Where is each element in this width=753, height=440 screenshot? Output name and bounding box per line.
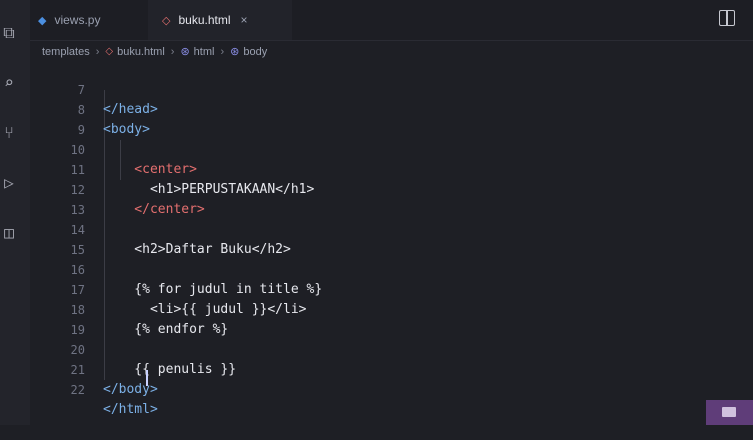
code-line: 22 </html>	[30, 360, 745, 417]
chevron-right-icon: ›	[220, 45, 225, 58]
notification-icon	[722, 407, 736, 417]
source-control-icon[interactable]: ⑂	[0, 124, 18, 142]
python-file-icon: ◆	[38, 14, 47, 27]
code-line: 17 <li>{{ judul }}</li>	[30, 260, 745, 317]
code-line: 14 <h2>Daftar Buku</h2>	[30, 200, 745, 257]
code-line: 13	[30, 180, 745, 217]
code-line: 19	[30, 300, 745, 337]
html-file-icon: ◇	[162, 14, 171, 27]
code-line: 7 </head>	[30, 60, 745, 117]
line-number: 22	[70, 383, 85, 397]
html-file-icon: ◇	[105, 46, 114, 57]
breadcrumb-templates[interactable]: templates	[42, 46, 90, 58]
tab-label: buku.html	[178, 13, 231, 27]
code-text: </body>	[103, 382, 158, 397]
element-icon: ⊛	[180, 46, 190, 58]
code-line: 16 {% for judul in title %}	[30, 240, 745, 297]
tab-bar: ◆ views.py ◇ buku.html ×	[30, 0, 753, 41]
chevron-right-icon: ›	[95, 45, 100, 58]
search-icon[interactable]: ⌕	[0, 74, 18, 92]
extensions-icon[interactable]: ◫	[0, 224, 18, 242]
code-editor[interactable]: 7 </head> 8 <body> 9 10 <center> 11 <h1>…	[30, 60, 745, 425]
code-line: 10 <center>	[30, 120, 745, 177]
breadcrumb-html[interactable]: html	[194, 46, 215, 58]
code-line: 18 {% endfor %}	[30, 280, 745, 337]
chevron-right-icon: ›	[170, 45, 175, 58]
code-line: 20 {{ penulis }}	[30, 320, 745, 377]
code-line: 15	[30, 220, 745, 257]
split-editor-icon[interactable]	[719, 10, 735, 26]
code-line: 21 </body>	[30, 340, 745, 397]
run-icon[interactable]: ▷	[0, 174, 18, 192]
notification-button[interactable]	[706, 400, 753, 425]
code-line: 11 <h1>PERPUSTAKAAN</h1>	[30, 140, 745, 197]
breadcrumb-file[interactable]: buku.html	[117, 46, 165, 58]
code-line: 12 </center>	[30, 160, 745, 217]
code-line: 9	[30, 100, 745, 137]
tab-buku-html[interactable]: ◇ buku.html ×	[148, 0, 292, 40]
explorer-icon[interactable]: ⧉	[0, 24, 18, 42]
activity-bar: ⧉ ⌕ ⑂ ▷ ◫	[0, 0, 30, 425]
breadcrumb: templates › ◇ buku.html › ⊛ html › ⊛ bod…	[42, 45, 267, 59]
element-icon: ⊛	[230, 46, 240, 58]
code-editor-window: ⧉ ⌕ ⑂ ▷ ◫ ◆ views.py ◇ buku.html × templ…	[0, 0, 753, 425]
code-line: 8 <body>	[30, 80, 745, 137]
code-text: </html>	[103, 402, 158, 417]
tab-label: views.py	[54, 13, 101, 27]
tab-views-py[interactable]: ◆ views.py	[38, 0, 148, 40]
close-icon[interactable]: ×	[241, 13, 248, 27]
text-cursor	[146, 370, 148, 386]
breadcrumb-body[interactable]: body	[243, 46, 267, 58]
